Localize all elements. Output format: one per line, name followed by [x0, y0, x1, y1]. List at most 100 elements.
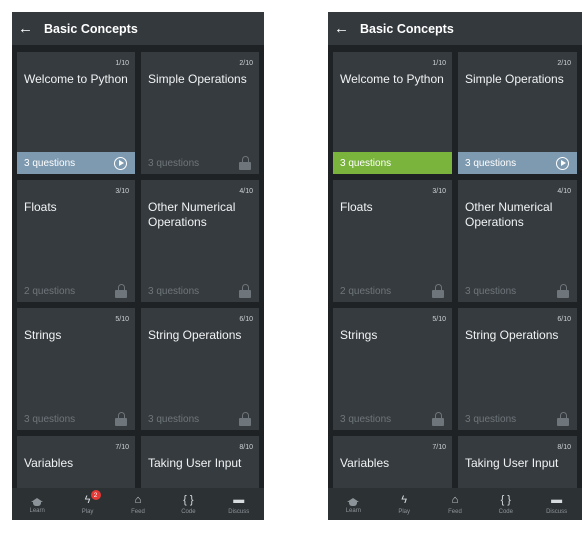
- lesson-card[interactable]: 4/10 Other Numerical Operations 3 questi…: [141, 180, 259, 302]
- nav-feed[interactable]: ⌂ Feed: [433, 493, 477, 515]
- lesson-number: 3/10: [115, 188, 129, 195]
- lesson-card[interactable]: 2/10 Simple Operations 3 questions: [458, 52, 577, 174]
- lesson-number: 5/10: [432, 316, 446, 323]
- lesson-title: Taking User Input: [465, 456, 559, 470]
- lesson-title: Strings: [340, 328, 378, 342]
- nav-discuss[interactable]: ▬ Discuss: [535, 493, 579, 515]
- lesson-title: Taking User Input: [148, 456, 242, 470]
- question-count: 3 questions: [148, 413, 200, 425]
- lesson-number: 1/10: [115, 60, 129, 67]
- question-count: 3 questions: [148, 157, 200, 169]
- lesson-card[interactable]: 6/10 String Operations 3 questions: [141, 308, 259, 430]
- lesson-card[interactable]: 5/10 Strings 3 questions: [333, 308, 452, 430]
- lesson-title: Simple Operations: [148, 72, 247, 86]
- app-bar: ← Basic Concepts: [328, 12, 582, 45]
- nav-label: Play: [81, 509, 94, 515]
- lesson-card[interactable]: 3/10 Floats 2 questions: [333, 180, 452, 302]
- lesson-title: String Operations: [148, 328, 242, 342]
- back-arrow-icon[interactable]: ←: [18, 21, 40, 36]
- lesson-footer: 3 questions: [141, 152, 259, 174]
- lesson-card[interactable]: 4/10 Other Numerical Operations 3 questi…: [458, 180, 577, 302]
- lesson-number: 3/10: [432, 188, 446, 195]
- question-count: 2 questions: [340, 285, 392, 297]
- lesson-title: Variables: [340, 456, 390, 470]
- lesson-number: 6/10: [239, 316, 253, 323]
- question-count: 2 questions: [24, 285, 76, 297]
- lesson-title: Welcome to Python: [24, 72, 128, 86]
- nav-label: Code: [181, 509, 196, 515]
- lock-icon: [239, 412, 251, 426]
- bottom-navigation: Learn ϟ Play ⌂ Feed { } Code ▬ Discuss: [328, 488, 582, 520]
- nav-label: Feed: [131, 509, 145, 515]
- home-icon: ⌂: [451, 494, 459, 506]
- nav-label: Play: [398, 509, 411, 515]
- notification-badge: 2: [90, 490, 101, 500]
- nav-learn[interactable]: Learn: [331, 495, 375, 514]
- lesson-footer: 2 questions: [333, 280, 452, 302]
- lock-icon: [557, 284, 569, 298]
- lesson-number: 7/10: [432, 444, 446, 451]
- play-icon[interactable]: [556, 156, 569, 170]
- lightning-icon: ϟ: [84, 494, 91, 506]
- lesson-title: Simple Operations: [465, 72, 564, 86]
- lesson-title: String Operations: [465, 328, 559, 342]
- lesson-title: Other Numerical Operations: [465, 200, 553, 229]
- lock-icon: [115, 284, 127, 298]
- nav-feed[interactable]: ⌂ Feed: [116, 493, 160, 515]
- lesson-title: Strings: [24, 328, 62, 342]
- nav-play[interactable]: ϟ 2 Play: [66, 490, 110, 515]
- question-count: 3 questions: [340, 157, 392, 169]
- lightning-icon: ϟ: [401, 494, 408, 506]
- nav-label: Learn: [29, 507, 45, 514]
- back-arrow-icon[interactable]: ←: [334, 21, 356, 36]
- lesson-number: 2/10: [239, 60, 253, 67]
- code-braces-icon: { }: [183, 494, 194, 506]
- page-title: Basic Concepts: [360, 21, 454, 36]
- lesson-title: Welcome to Python: [340, 72, 444, 86]
- play-icon[interactable]: [114, 156, 127, 170]
- lesson-grid: 1/10 Welcome to Python 3 questions 2/10 …: [17, 52, 259, 520]
- nav-code[interactable]: { } Code: [166, 493, 210, 515]
- code-braces-icon: { }: [500, 494, 511, 506]
- lesson-footer: 3 questions: [333, 408, 452, 430]
- lesson-number: 4/10: [239, 188, 253, 195]
- graduation-cap-icon: [347, 497, 360, 506]
- nav-discuss[interactable]: ▬ Discuss: [217, 493, 261, 515]
- lesson-footer: 3 questions: [141, 408, 259, 430]
- lesson-card[interactable]: 1/10 Welcome to Python 3 questions: [333, 52, 452, 174]
- lesson-number: 6/10: [557, 316, 571, 323]
- nav-label: Discuss: [546, 509, 568, 515]
- lesson-card[interactable]: 2/10 Simple Operations 3 questions: [141, 52, 259, 174]
- lesson-number: 1/10: [432, 60, 446, 67]
- lock-icon: [239, 284, 251, 298]
- lesson-card[interactable]: 6/10 String Operations 3 questions: [458, 308, 577, 430]
- lesson-footer[interactable]: 3 questions: [17, 152, 135, 174]
- lesson-footer[interactable]: 3 questions: [458, 152, 577, 174]
- lesson-number: 2/10: [557, 60, 571, 67]
- graduation-cap-icon: [31, 497, 44, 506]
- lesson-number: 8/10: [239, 444, 253, 451]
- screen-after: ← Basic Concepts 1/10 Welcome to Python …: [328, 12, 582, 520]
- lock-icon: [432, 412, 444, 426]
- nav-label: Discuss: [228, 509, 250, 515]
- nav-code[interactable]: { } Code: [484, 493, 528, 515]
- app-bar: ← Basic Concepts: [12, 12, 264, 45]
- lesson-number: 8/10: [557, 444, 571, 451]
- nav-learn[interactable]: Learn: [15, 495, 59, 514]
- nav-label: Feed: [448, 509, 462, 515]
- lesson-title: Floats: [340, 200, 373, 214]
- question-count: 3 questions: [465, 157, 517, 169]
- question-count: 3 questions: [24, 413, 76, 425]
- lesson-footer: 3 questions: [458, 408, 577, 430]
- lock-icon: [115, 412, 127, 426]
- lesson-number: 5/10: [115, 316, 129, 323]
- lock-icon: [557, 412, 569, 426]
- lesson-card[interactable]: 5/10 Strings 3 questions: [17, 308, 135, 430]
- lesson-card[interactable]: 3/10 Floats 2 questions: [17, 180, 135, 302]
- lesson-footer: 3 questions: [458, 280, 577, 302]
- nav-label: Code: [498, 509, 513, 515]
- nav-play[interactable]: ϟ Play: [382, 493, 426, 515]
- lesson-card[interactable]: 1/10 Welcome to Python 3 questions: [17, 52, 135, 174]
- lesson-footer[interactable]: 3 questions: [333, 152, 452, 174]
- nav-label: Learn: [345, 507, 362, 514]
